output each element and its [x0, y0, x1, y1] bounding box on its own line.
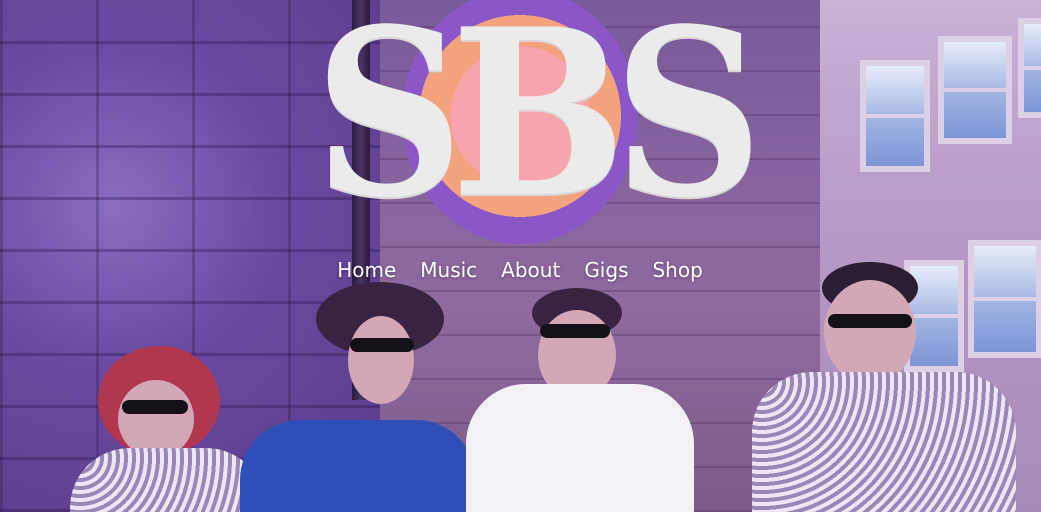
window — [860, 60, 930, 172]
nav-shop[interactable]: Shop — [652, 258, 702, 282]
nav-gigs[interactable]: Gigs — [584, 258, 628, 282]
band-logo[interactable]: SBS — [290, 0, 763, 250]
band-member-3 — [466, 288, 702, 512]
logo-text: SBS — [314, 0, 763, 249]
band-member-4 — [752, 262, 1018, 512]
main-nav: Home Music About Gigs Shop — [300, 254, 740, 286]
window — [938, 36, 1012, 144]
nav-home[interactable]: Home — [337, 258, 396, 282]
window — [1018, 18, 1041, 118]
nav-about[interactable]: About — [501, 258, 560, 282]
band-member-2 — [240, 282, 490, 512]
nav-music[interactable]: Music — [420, 258, 477, 282]
